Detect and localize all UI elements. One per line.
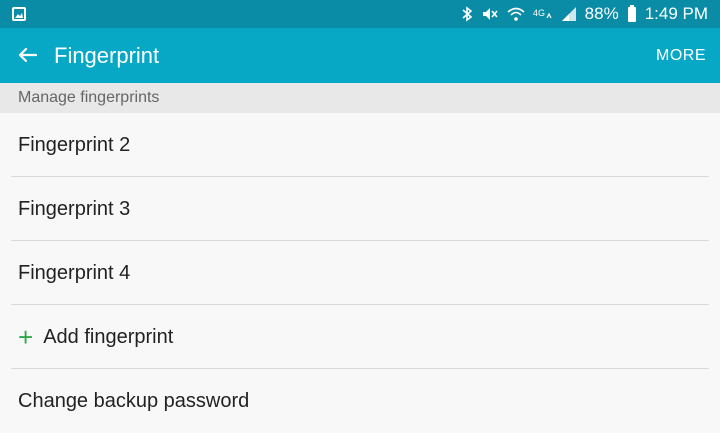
list-item-label: Add fingerprint [43,325,174,348]
list-item-fingerprint-4[interactable]: Fingerprint 4 [0,241,720,305]
status-icons: 4G 88% 1:49 PM [461,0,708,28]
change-backup-password-item[interactable]: Change backup password [0,369,720,433]
fingerprint-list: Fingerprint 2 Fingerprint 3 Fingerprint … [0,113,720,433]
status-bar: 4G 88% 1:49 PM [0,0,720,28]
4g-icon: 4G [533,6,553,22]
battery-icon [627,5,637,23]
add-fingerprint-button[interactable]: + Add fingerprint [0,305,720,369]
gallery-icon [12,7,26,21]
signal-icon [561,6,577,22]
page-title: Fingerprint [54,43,160,68]
list-item-fingerprint-2[interactable]: Fingerprint 2 [0,113,720,177]
more-button[interactable]: MORE [656,46,706,66]
svg-text:4G: 4G [533,8,545,18]
clock: 1:49 PM [644,4,708,23]
mute-icon [481,6,499,22]
plus-icon: + [18,322,34,352]
list-item-label: Change backup password [18,389,250,412]
list-item-label: Fingerprint 2 [18,133,131,156]
bluetooth-icon [461,6,473,22]
list-item-label: Fingerprint 3 [18,197,131,220]
wifi-icon [507,6,525,22]
app-bar: Fingerprint MORE [0,28,720,83]
list-item-label: Fingerprint 4 [18,261,131,284]
list-item-fingerprint-3[interactable]: Fingerprint 3 [0,177,720,241]
section-header: Manage fingerprints [0,83,720,113]
back-arrow-icon[interactable] [14,41,42,69]
battery-percent: 88% [584,4,619,23]
